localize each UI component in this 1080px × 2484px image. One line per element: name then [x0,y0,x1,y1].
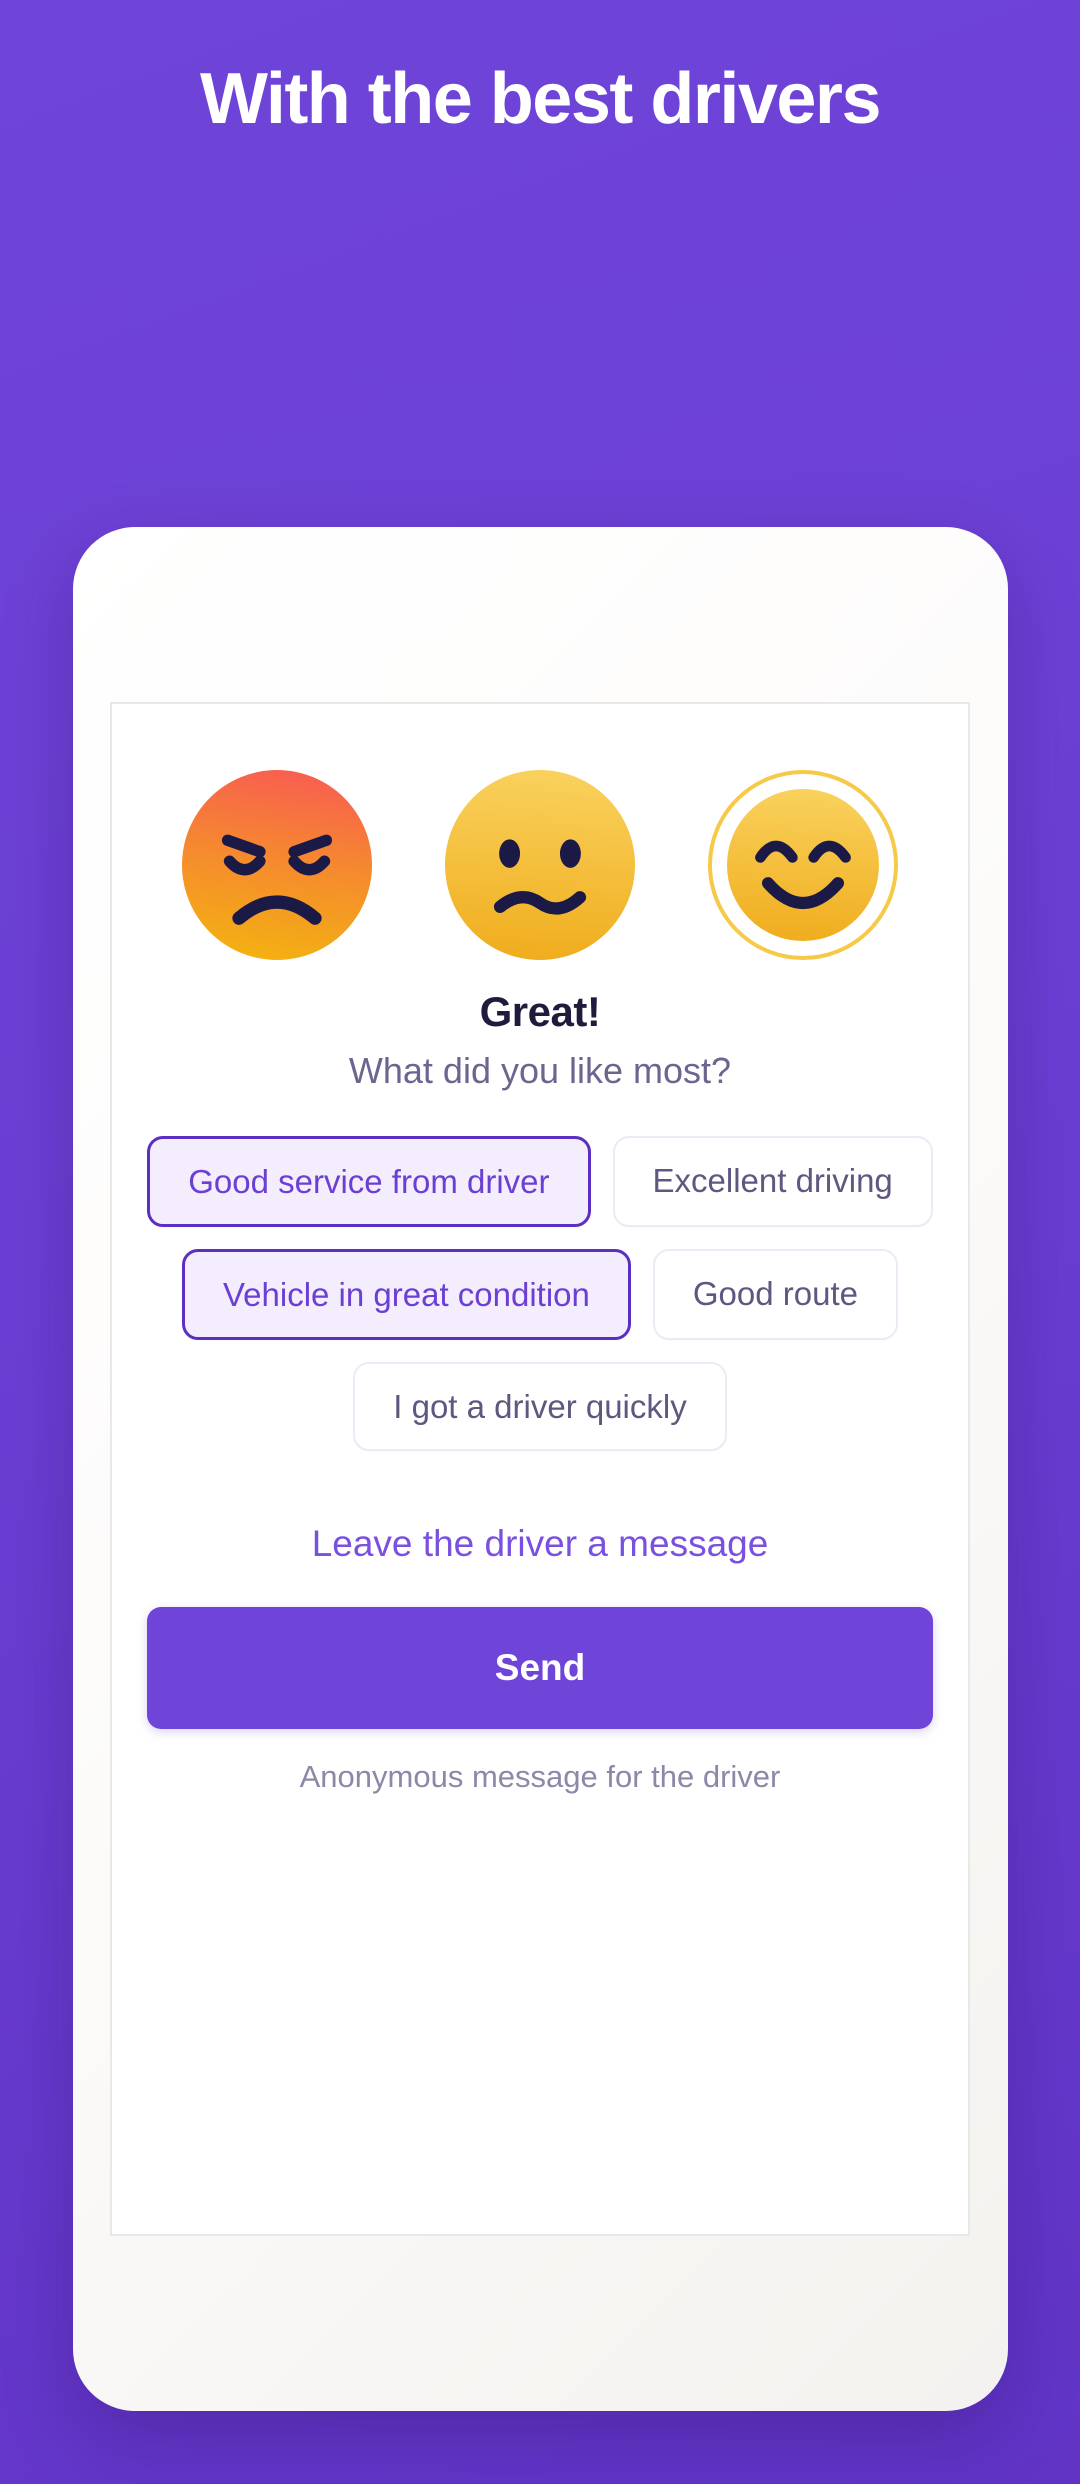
app-screen-card: Great! What did you like most? Good serv… [110,702,970,2236]
feedback-chip-group: Good service from driver Excellent drivi… [112,1136,968,1451]
angry-face-icon [182,770,373,960]
selection-ring-icon [707,770,898,960]
rating-option-happy[interactable] [707,770,898,960]
feedback-chip-driver-quickly[interactable]: I got a driver quickly [353,1362,727,1451]
feedback-subtitle: What did you like most? [348,1050,732,1091]
feedback-chip-good-route[interactable]: Good route [652,1249,899,1340]
neutral-face-icon [444,770,635,960]
send-button[interactable]: Send [147,1607,933,1729]
leave-message-link[interactable]: Leave the driver a message [312,1523,769,1565]
feedback-chip-excellent-driving[interactable]: Excellent driving [612,1136,933,1227]
anonymous-note: Anonymous message for the driver [299,1759,781,1794]
rating-option-neutral[interactable] [444,770,635,960]
page-title: With the best drivers [200,59,882,139]
feedback-chip-good-service[interactable]: Good service from driver [147,1136,591,1227]
rating-emoji-row [112,760,968,970]
feedback-chip-vehicle-condition[interactable]: Vehicle in great condition [181,1249,631,1340]
rating-option-angry[interactable] [182,770,373,960]
feedback-title: Great! [479,988,601,1035]
